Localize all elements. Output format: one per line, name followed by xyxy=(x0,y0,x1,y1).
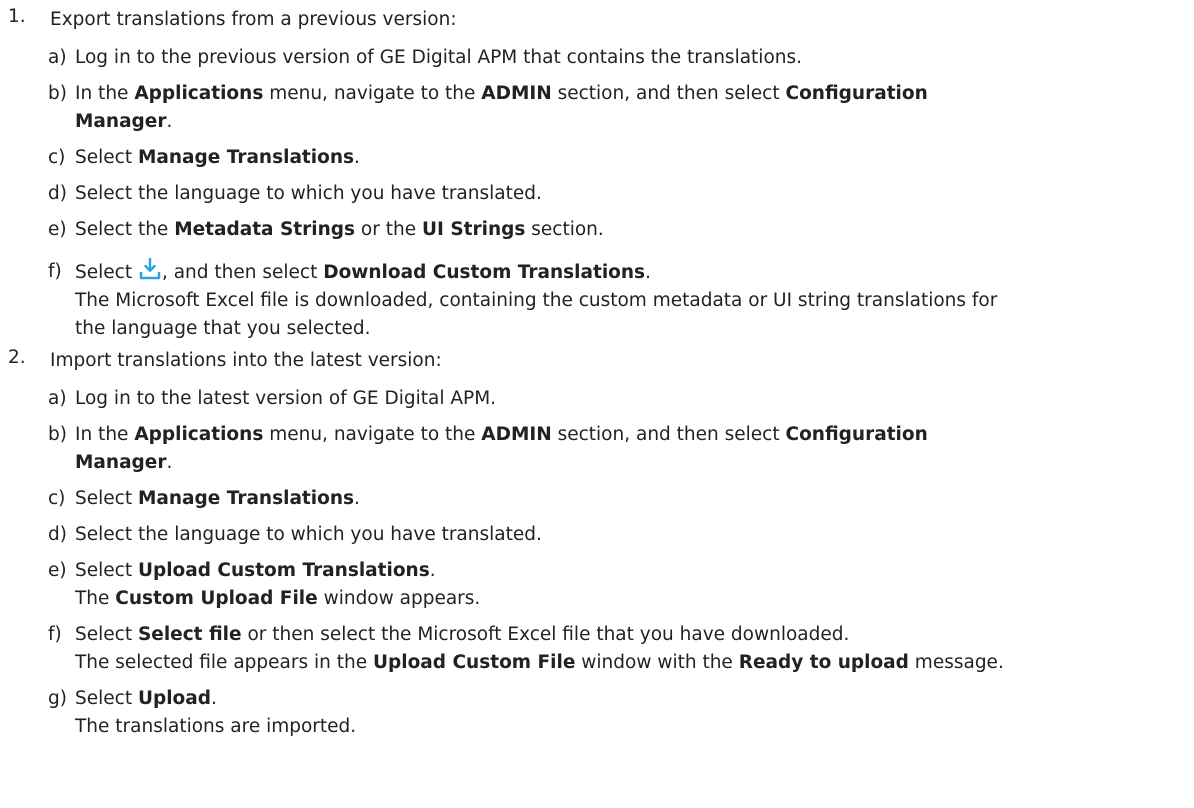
substep-text: Select Upload Custom Translations. xyxy=(75,560,436,581)
substep-text: Select Select file or then select the Mi… xyxy=(75,624,850,645)
substep-letter: b) xyxy=(48,83,67,104)
substep-2c: c) Select Manage Translations. xyxy=(0,485,1194,513)
step-text: Import translations into the latest vers… xyxy=(50,350,442,371)
substep-1a: a) Log in to the previous version of GE … xyxy=(0,44,1194,72)
substep-text: Select the language to which you have tr… xyxy=(75,524,542,545)
step-1: 1. Export translations from a previous v… xyxy=(0,6,1194,34)
substep-1f: f) Select , and then select Download Cus… xyxy=(0,258,1194,343)
substep-letter: f) xyxy=(48,261,62,282)
substep-letter: a) xyxy=(48,388,67,409)
substep-2e: e) Select Upload Custom Translations. Th… xyxy=(0,557,1194,613)
step-2: 2. Import translations into the latest v… xyxy=(0,347,1194,375)
step-1-substeps: a) Log in to the previous version of GE … xyxy=(0,44,1194,343)
substep-letter: a) xyxy=(48,47,67,68)
substep-2f: f) Select Select file or then select the… xyxy=(0,621,1194,677)
substep-result: The translations are imported. xyxy=(75,716,357,737)
substep-letter: c) xyxy=(48,147,66,168)
step-2-substeps: a) Log in to the latest version of GE Di… xyxy=(0,385,1194,741)
substep-letter: f) xyxy=(48,624,62,645)
substep-1c: c) Select Manage Translations. xyxy=(0,144,1194,172)
substep-text: Log in to the latest version of GE Digit… xyxy=(75,388,497,409)
substep-text: Select Manage Translations. xyxy=(75,488,360,509)
substep-letter: d) xyxy=(48,524,67,545)
substep-text: Select , and then select Download Custom… xyxy=(75,258,1174,287)
document-body: 1. Export translations from a previous v… xyxy=(0,0,1194,749)
substep-text: Select the language to which you have tr… xyxy=(75,183,542,204)
substep-2d: d) Select the language to which you have… xyxy=(0,521,1194,549)
substep-text: In the Applications menu, navigate to th… xyxy=(75,424,928,473)
substep-text: Select Manage Translations. xyxy=(75,147,360,168)
substep-letter: e) xyxy=(48,560,67,581)
substep-text: Log in to the previous version of GE Dig… xyxy=(75,47,803,68)
substep-letter: c) xyxy=(48,488,66,509)
substep-result: The Custom Upload File window appears. xyxy=(75,588,481,609)
substep-2g: g) Select Upload. The translations are i… xyxy=(0,685,1194,741)
substep-text: Select Upload. xyxy=(75,688,217,709)
substep-2a: a) Log in to the latest version of GE Di… xyxy=(0,385,1194,413)
substep-letter: g) xyxy=(48,688,67,709)
substep-result: The selected file appears in the Upload … xyxy=(75,652,1004,673)
substep-text: Select the Metadata Strings or the UI St… xyxy=(75,219,604,240)
substep-1e: e) Select the Metadata Strings or the UI… xyxy=(0,216,1194,244)
substep-1d: d) Select the language to which you have… xyxy=(0,180,1194,208)
substep-letter: e) xyxy=(48,219,67,240)
substep-2b: b) In the Applications menu, navigate to… xyxy=(0,421,1194,477)
download-icon xyxy=(139,258,161,280)
substep-text: In the Applications menu, navigate to th… xyxy=(75,83,928,132)
step-number: 2. xyxy=(8,347,26,368)
substep-letter: b) xyxy=(48,424,67,445)
substep-result: The Microsoft Excel file is downloaded, … xyxy=(75,290,998,339)
substep-1b: b) In the Applications menu, navigate to… xyxy=(0,80,1194,136)
step-number: 1. xyxy=(8,6,26,27)
substep-letter: d) xyxy=(48,183,67,204)
step-text: Export translations from a previous vers… xyxy=(50,9,457,30)
